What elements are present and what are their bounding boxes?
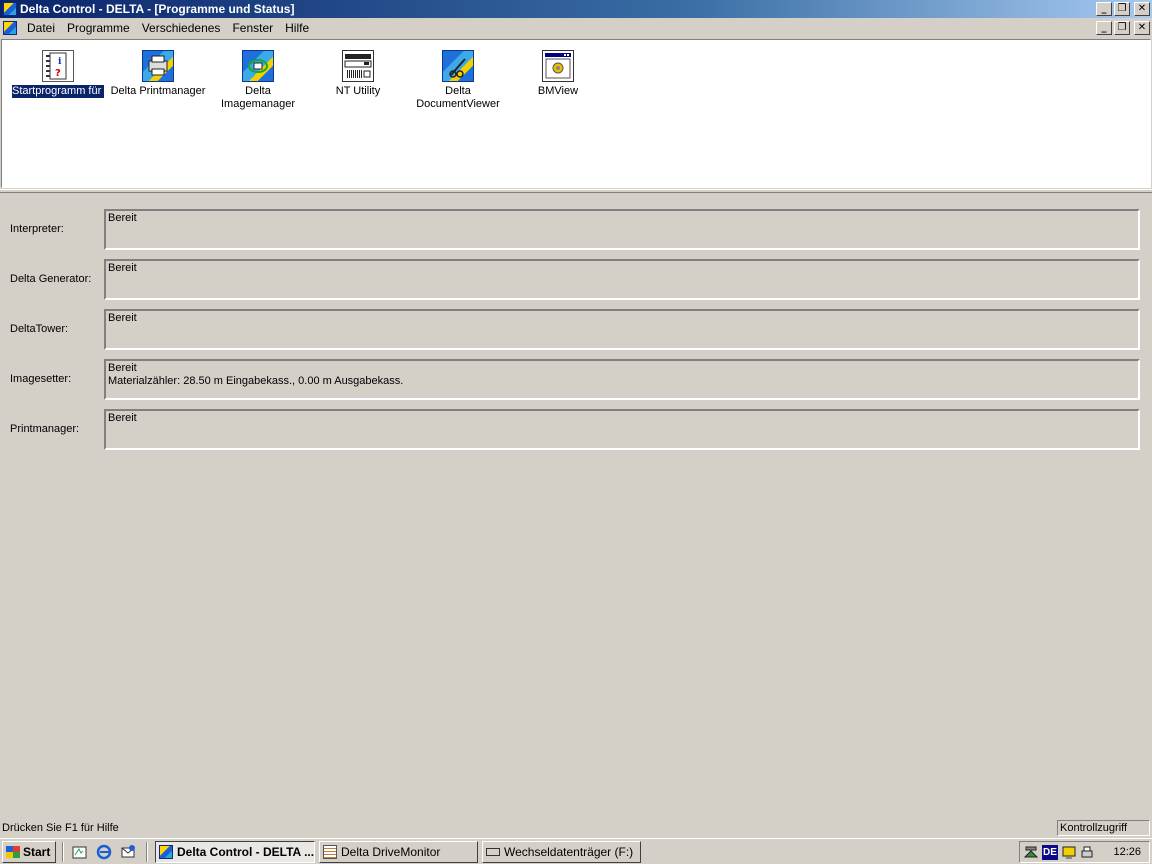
program-label-bmview: BMView <box>537 85 579 97</box>
status-value-printmanager: Bereit <box>108 412 137 424</box>
status-pane-control: Kontrollzugriff <box>1057 820 1150 836</box>
system-tray: DE 12:26 <box>1019 841 1150 863</box>
status-row-imagesetter: Imagesetter: Bereit Materialzähler: 28.5… <box>0 359 1152 401</box>
status-value-deltatower: Bereit <box>108 312 137 324</box>
svg-text:?: ? <box>55 68 61 79</box>
status-box-deltatower: Bereit <box>104 309 1140 350</box>
program-bmview[interactable]: BMView <box>508 50 608 98</box>
program-nt-utility[interactable]: NT Utility <box>308 50 408 98</box>
status-row-interpreter: Interpreter: Bereit <box>0 209 1152 251</box>
printer-tray-icon[interactable] <box>1079 845 1095 861</box>
taskbar-separator-2 <box>146 842 148 862</box>
window-title: Delta Control - DELTA - [Programme und S… <box>20 2 295 16</box>
removable-drive-icon <box>486 848 500 856</box>
task-label-delta-control: Delta Control - DELTA ... <box>177 845 315 859</box>
program-label-nt-utility: NT Utility <box>335 85 381 97</box>
status-box-printmanager: Bereit <box>104 409 1140 450</box>
document-window-controls: _ ❐ ✕ <box>1096 21 1150 35</box>
doc-minimize-button[interactable]: _ <box>1096 21 1112 35</box>
internet-explorer-icon[interactable] <box>96 844 112 860</box>
maximize-button[interactable]: ❐ <box>1114 2 1130 16</box>
status-row-deltatower: DeltaTower: Bereit <box>0 309 1152 351</box>
program-label-printmanager: Delta Printmanager <box>110 85 206 97</box>
status-value-delta-generator: Bereit <box>108 262 137 274</box>
menu-verschiedenes[interactable]: Verschiedenes <box>136 18 227 38</box>
delta-control-icon <box>159 845 173 859</box>
imagemanager-icon <box>242 50 274 82</box>
program-icons-panel: i? Startprogramm für Ereignisanzeige-Sna… <box>1 39 1151 188</box>
menu-programme[interactable]: Programme <box>61 18 136 38</box>
title-bar[interactable]: Delta Control - DELTA - [Programme und S… <box>0 0 1152 18</box>
task-delta-control[interactable]: Delta Control - DELTA ... <box>155 841 315 863</box>
taskbar-separator <box>62 842 64 862</box>
printmanager-icon <box>142 50 174 82</box>
window-controls: _ ❐ ✕ <box>1096 2 1150 16</box>
network-tray-icon[interactable] <box>1023 845 1039 861</box>
document-icon[interactable] <box>3 21 17 35</box>
bmview-icon <box>542 50 574 82</box>
status-label-imagesetter: Imagesetter: <box>10 373 72 385</box>
status-label-printmanager: Printmanager: <box>10 423 80 435</box>
clock: 12:26 <box>1113 846 1141 858</box>
menu-bar: Datei Programme Verschiedenes Fenster Hi… <box>0 18 1152 38</box>
svg-text:i: i <box>58 57 62 67</box>
status-value-interpreter: Bereit <box>108 212 137 224</box>
program-label-startprogramm: Startprogramm für Ereignisanzeige-Snap <box>12 85 104 98</box>
task-label-delta-drivemonitor: Delta DriveMonitor <box>341 845 441 859</box>
program-imagemanager[interactable]: Delta Imagemanager <box>208 50 308 111</box>
status-label-deltatower: DeltaTower: <box>10 323 69 335</box>
status-value-imagesetter: Bereit <box>108 362 137 374</box>
status-bar: Drücken Sie F1 für Hilfe Kontrollzugriff <box>0 819 1152 837</box>
start-button[interactable]: Start <box>2 841 56 863</box>
status-label-interpreter: Interpreter: <box>10 223 64 235</box>
task-label-wechseldatentraeger: Wechseldatenträger (F:) <box>504 845 634 859</box>
menu-datei[interactable]: Datei <box>21 18 61 38</box>
doc-close-button[interactable]: ✕ <box>1134 21 1150 35</box>
program-label-imagemanager: Delta Imagemanager <box>221 85 295 110</box>
nt-utility-icon <box>342 50 374 82</box>
status-help-text: Drücken Sie F1 für Hilfe <box>2 822 119 834</box>
language-indicator[interactable]: DE <box>1042 845 1058 860</box>
program-printmanager[interactable]: Delta Printmanager <box>108 50 208 98</box>
taskbar: Start Delta Control - DELTA ... Delta Dr… <box>0 838 1152 864</box>
program-documentviewer[interactable]: Delta DocumentViewer <box>408 50 508 111</box>
menu-fenster[interactable]: Fenster <box>226 18 279 38</box>
app-icon[interactable] <box>3 2 17 16</box>
show-desktop-icon[interactable] <box>72 844 88 860</box>
status-box-delta-generator: Bereit <box>104 259 1140 300</box>
doc-restore-button[interactable]: ❐ <box>1114 21 1130 35</box>
windows-flag-icon <box>6 846 20 858</box>
status-label-delta-generator: Delta Generator: <box>10 273 92 285</box>
drivemonitor-icon <box>323 845 337 859</box>
program-startprogramm[interactable]: i? Startprogramm für Ereignisanzeige-Sna… <box>8 50 108 98</box>
monitor-tray-icon[interactable] <box>1061 845 1077 861</box>
status-row-delta-generator: Delta Generator: Bereit <box>0 259 1152 301</box>
status-material-counter: Materialzähler: 28.50 m Eingabekass., 0.… <box>108 375 404 387</box>
task-wechseldatentraeger[interactable]: Wechseldatenträger (F:) <box>482 841 641 863</box>
outlook-express-icon[interactable] <box>120 844 136 860</box>
status-box-imagesetter: Bereit Materialzähler: 28.50 m Eingabeka… <box>104 359 1140 400</box>
program-label-documentviewer: Delta DocumentViewer <box>416 85 500 110</box>
menu-hilfe[interactable]: Hilfe <box>279 18 315 38</box>
start-label: Start <box>23 845 51 859</box>
status-row-printmanager: Printmanager: Bereit <box>0 409 1152 451</box>
task-delta-drivemonitor[interactable]: Delta DriveMonitor <box>319 841 478 863</box>
info-book-icon: i? <box>42 50 74 82</box>
status-box-interpreter: Bereit <box>104 209 1140 250</box>
close-button[interactable]: ✕ <box>1134 2 1150 16</box>
minimize-button[interactable]: _ <box>1096 2 1112 16</box>
panel-splitter[interactable] <box>0 189 1152 193</box>
documentviewer-icon <box>442 50 474 82</box>
